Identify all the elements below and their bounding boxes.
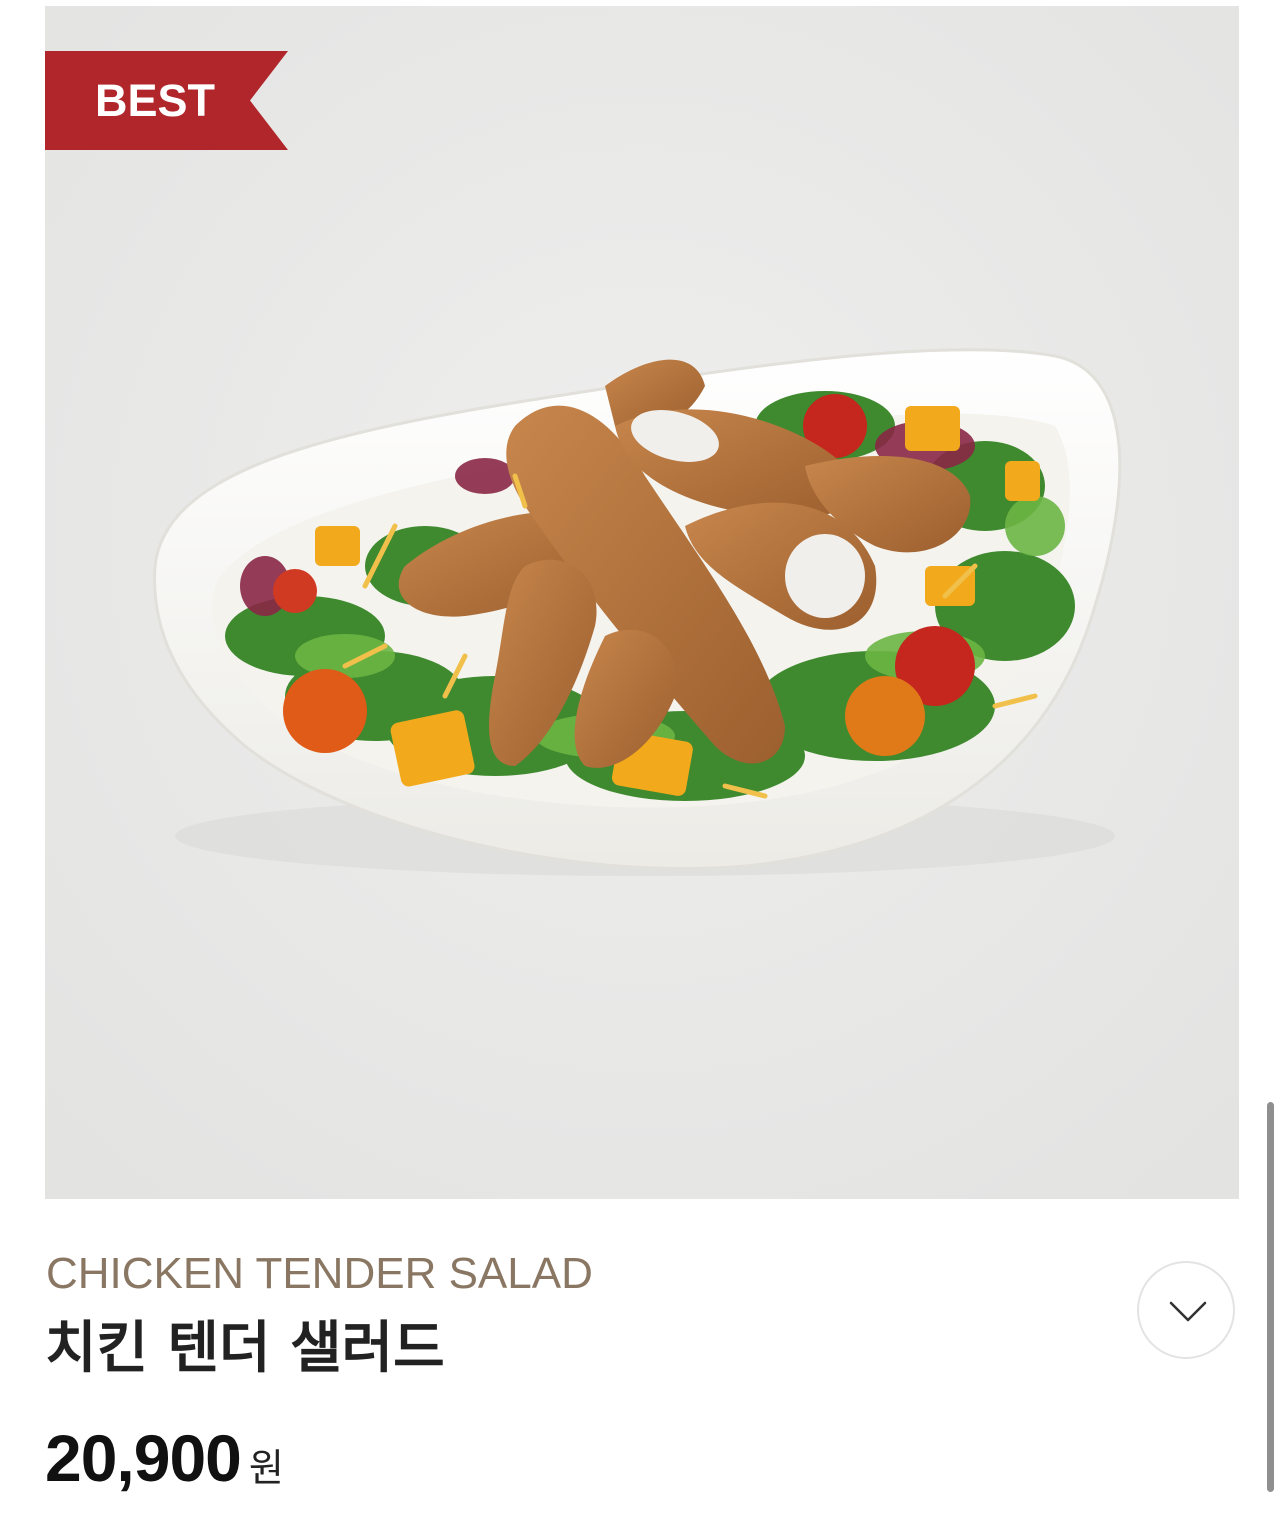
- chevron-down-icon: [1169, 1301, 1207, 1322]
- product-card: BEST CHICKEN TENDER SALAD 치킨 텐더 샐러드 20,9…: [0, 0, 1284, 1528]
- product-name-korean: 치킨 텐더 샐러드: [45, 1316, 445, 1381]
- scrollbar-thumb[interactable]: [1267, 1102, 1274, 1492]
- expand-details-button[interactable]: [1137, 1261, 1235, 1359]
- price-value: 20,900: [45, 1421, 242, 1495]
- product-name-english: CHICKEN TENDER SALAD: [46, 1249, 593, 1298]
- product-photo[interactable]: [45, 6, 1239, 1199]
- price-currency: 원: [248, 1446, 284, 1490]
- product-price: 20,900 원: [45, 1420, 284, 1496]
- salad-photo-illustration: [45, 6, 1239, 1199]
- best-badge: BEST: [45, 51, 288, 150]
- badge-label: BEST: [94, 75, 215, 126]
